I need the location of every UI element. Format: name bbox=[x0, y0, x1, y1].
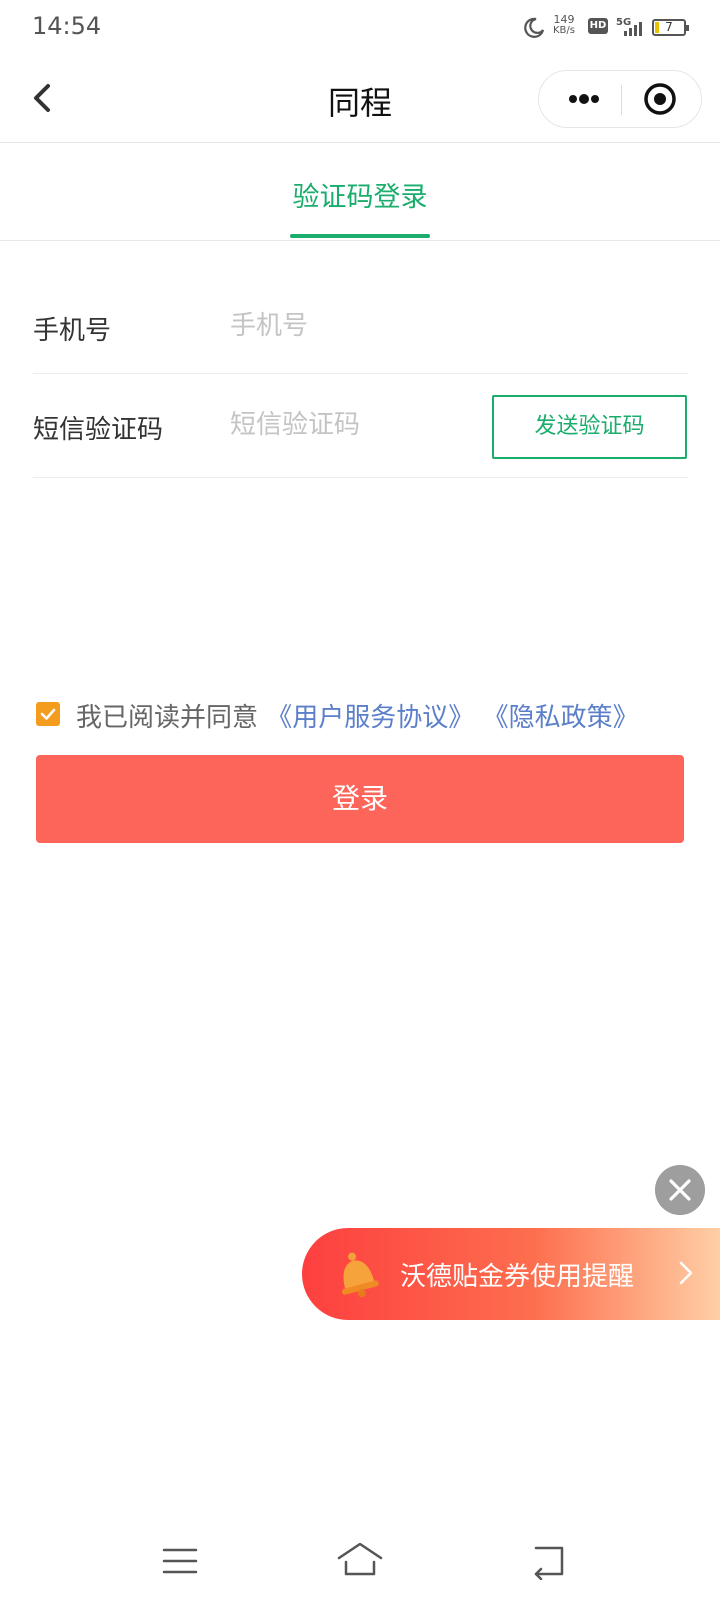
signal-icon: 5G bbox=[616, 17, 642, 36]
net-speed: 149 KB/s bbox=[553, 13, 575, 36]
sms-code-label: 短信验证码 bbox=[33, 415, 164, 445]
phone-label: 手机号 bbox=[33, 316, 112, 346]
close-x-icon[interactable] bbox=[655, 1165, 705, 1215]
divider bbox=[33, 373, 688, 374]
login-button[interactable]: 登录 bbox=[36, 755, 684, 843]
sms-code-input[interactable] bbox=[230, 405, 480, 445]
battery-icon: 7 bbox=[652, 19, 689, 36]
status-bar: 14:54 149 KB/s HD 5G 7 bbox=[0, 0, 720, 56]
agreement-prefix: 我已阅读并同意 bbox=[76, 703, 259, 733]
menu-icon[interactable] bbox=[162, 1546, 198, 1576]
home-icon[interactable] bbox=[336, 1540, 384, 1580]
tab-sms-login[interactable]: 验证码登录 bbox=[290, 175, 430, 214]
capsule-divider bbox=[621, 85, 622, 115]
back-icon[interactable] bbox=[530, 1544, 570, 1580]
agreement-text: 我已阅读并同意 《用户服务协议》 《隐私政策》 bbox=[76, 697, 639, 734]
svg-text:5G: 5G bbox=[616, 17, 631, 28]
privacy-link[interactable]: 《隐私政策》 bbox=[483, 703, 639, 733]
bell-icon bbox=[341, 1252, 379, 1298]
target-close-icon[interactable] bbox=[635, 79, 685, 119]
hd-icon: HD bbox=[588, 18, 608, 34]
nav-bar: 同程 bbox=[0, 56, 720, 143]
terms-link[interactable]: 《用户服务协议》 bbox=[266, 703, 474, 733]
moon-icon bbox=[524, 17, 545, 38]
mini-program-capsule bbox=[538, 70, 702, 128]
tab-active-indicator bbox=[290, 234, 430, 238]
divider bbox=[33, 477, 688, 478]
system-nav-bar bbox=[0, 1520, 720, 1600]
status-time: 14:54 bbox=[32, 12, 102, 40]
coupon-reminder-banner[interactable]: 沃德贴金券使用提醒 bbox=[302, 1228, 720, 1320]
coupon-reminder-text: 沃德贴金券使用提醒 bbox=[400, 1262, 635, 1292]
send-code-button[interactable]: 发送验证码 bbox=[492, 395, 687, 459]
tab-divider bbox=[0, 240, 720, 241]
agreement-checkbox[interactable] bbox=[36, 702, 60, 726]
more-dots-icon[interactable] bbox=[555, 79, 613, 119]
phone-input[interactable] bbox=[230, 306, 670, 346]
chevron-right-icon bbox=[679, 1261, 693, 1285]
